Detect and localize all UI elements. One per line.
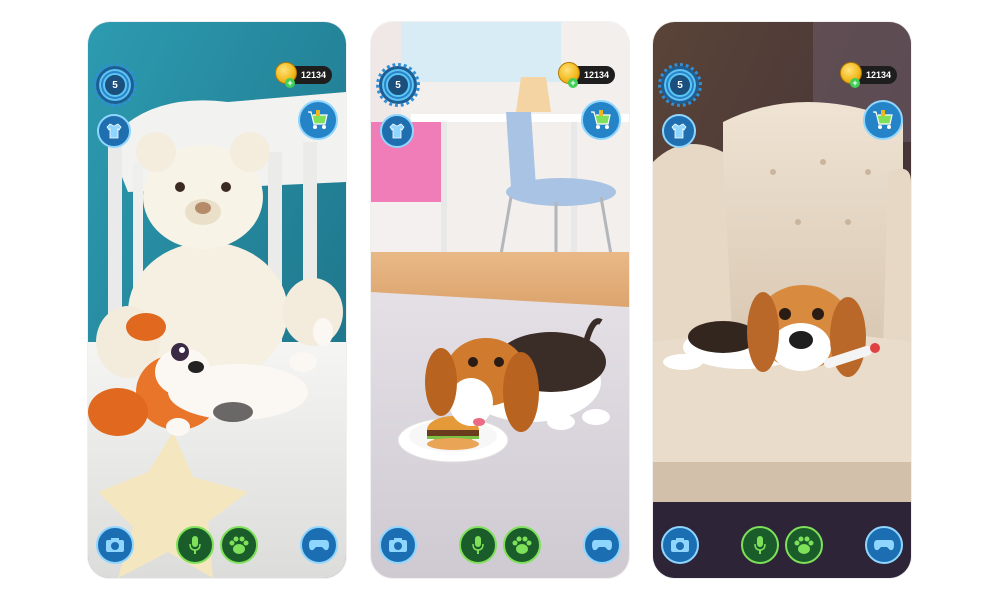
microphone-icon [472, 536, 484, 554]
shopping-cart-icon [873, 110, 893, 129]
paw-button[interactable] [220, 526, 258, 564]
paw-button[interactable] [785, 526, 823, 564]
coin-counter[interactable]: + 12134 [274, 62, 332, 88]
plus-icon[interactable]: + [284, 78, 295, 88]
shopping-cart-icon [591, 110, 611, 129]
coin-counter[interactable]: + 12134 [839, 62, 897, 88]
paw-icon [229, 536, 249, 554]
coin-count: 12134 [865, 70, 891, 80]
phone-screen-2: 5 + 12134 [371, 22, 629, 578]
paw-icon [512, 536, 532, 554]
phone-screen-3: 5 + 12134 [653, 22, 911, 578]
coin-count: 12134 [583, 70, 609, 80]
gamepad-icon [874, 540, 894, 551]
shopping-cart-icon [308, 110, 328, 129]
level-number: 5 [668, 73, 692, 97]
gamepad-icon [592, 540, 612, 551]
wardrobe-button[interactable] [380, 114, 414, 148]
shirt-icon [106, 123, 122, 139]
microphone-icon [754, 536, 766, 554]
paw-button[interactable] [503, 526, 541, 564]
plus-icon[interactable]: + [849, 78, 860, 88]
paw-icon [794, 536, 814, 554]
microphone-icon [189, 536, 201, 554]
camera-button[interactable] [379, 526, 417, 564]
level-badge-icon[interactable]: 5 [376, 63, 420, 107]
plus-icon[interactable]: + [567, 78, 578, 88]
level-number: 5 [386, 73, 410, 97]
camera-icon [389, 538, 407, 552]
microphone-button[interactable] [459, 526, 497, 564]
wardrobe-button[interactable] [97, 114, 131, 148]
camera-icon [671, 538, 689, 552]
shop-button[interactable] [863, 100, 903, 140]
shop-button[interactable] [298, 100, 338, 140]
gamepad-icon [309, 540, 329, 551]
shirt-icon [389, 123, 405, 139]
shirt-icon [671, 123, 687, 139]
coin-counter[interactable]: + 12134 [557, 62, 615, 88]
minigames-button[interactable] [865, 526, 903, 564]
camera-button[interactable] [661, 526, 699, 564]
microphone-button[interactable] [176, 526, 214, 564]
microphone-button[interactable] [741, 526, 779, 564]
camera-icon [106, 538, 124, 552]
minigames-button[interactable] [300, 526, 338, 564]
level-badge-icon[interactable]: 5 [93, 63, 137, 107]
coin-count: 12134 [300, 70, 326, 80]
shop-button[interactable] [581, 100, 621, 140]
wardrobe-button[interactable] [662, 114, 696, 148]
camera-button[interactable] [96, 526, 134, 564]
phone-screen-1: 5 + 12134 [88, 22, 346, 578]
level-badge-icon[interactable]: 5 [658, 63, 702, 107]
level-number: 5 [103, 73, 127, 97]
minigames-button[interactable] [583, 526, 621, 564]
